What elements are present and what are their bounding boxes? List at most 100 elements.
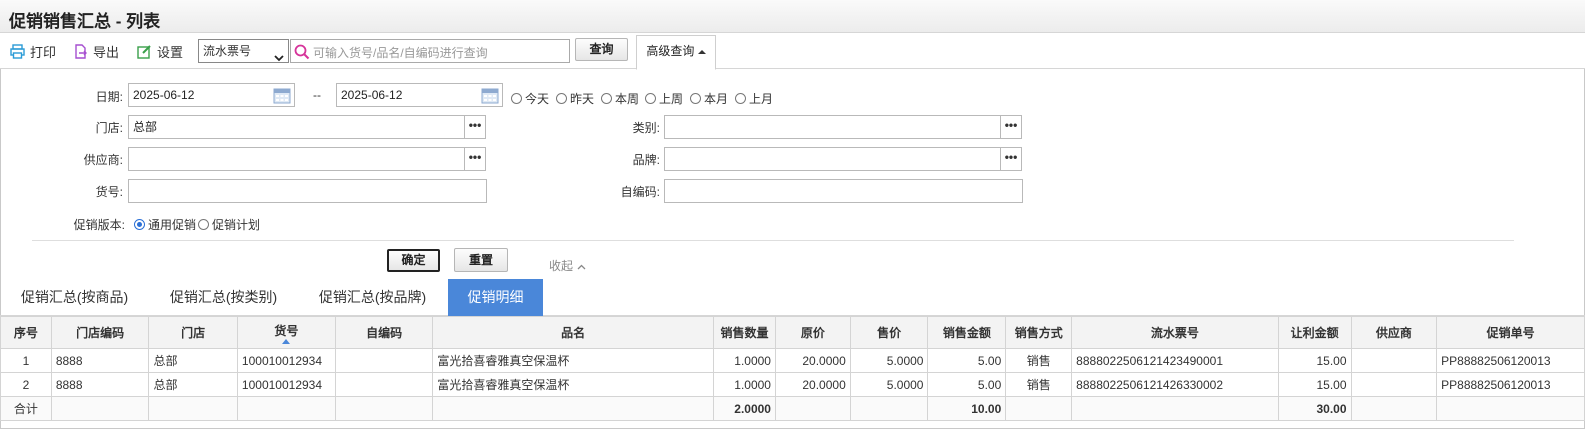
supplier-picker-button[interactable]: ••• (464, 147, 486, 171)
column-header[interactable]: 售价 (849, 316, 929, 349)
summary-row: 合计 2.0000 10.00 30.00 (0, 396, 1585, 421)
brand-label: 品牌: (632, 153, 660, 167)
table-cell: 销售 (1005, 372, 1073, 397)
advanced-search-label: 高级查询 (646, 44, 695, 58)
column-header[interactable]: 销售金额 (927, 316, 1007, 349)
brand-picker-button[interactable]: ••• (1000, 147, 1022, 171)
table-cell: 富光拾喜睿雅真空保温杯 (432, 372, 715, 397)
table-cell: 5.0000 (849, 372, 929, 397)
summary-cell: 合计 (0, 396, 52, 421)
table-cell (1350, 372, 1438, 397)
calendar-icon[interactable] (481, 87, 499, 111)
query-button[interactable]: 查询 (575, 38, 628, 61)
title-bar: 促销销售汇总 - 列表 (0, 0, 1585, 33)
caret-up-icon (697, 44, 706, 58)
report-tabs: 促销汇总(按商品) 促销汇总(按类别) 促销汇总(按品牌) 促销明细 (0, 279, 1585, 316)
column-header-sorted[interactable]: 货号 (236, 316, 336, 349)
summary-cell (1005, 396, 1073, 421)
sort-ascending-icon (282, 338, 291, 344)
calendar-icon[interactable] (273, 87, 291, 111)
quick-date-last-week[interactable]: 上周 (645, 90, 683, 107)
store-label: 门店: (95, 121, 123, 135)
table-cell: 1 (0, 348, 52, 373)
export-button[interactable]: 导出 (73, 41, 119, 61)
store-picker-button[interactable]: ••• (464, 115, 486, 139)
summary-cell: 10.00 (927, 396, 1007, 421)
summary-cell (236, 396, 336, 421)
promo-version-plan[interactable]: 促销计划 (198, 216, 260, 233)
table-cell: 20.0000 (774, 372, 851, 397)
column-header[interactable]: 门店编码 (50, 316, 150, 349)
promo-version-general[interactable]: 通用促销 (134, 216, 196, 233)
radio-label: 本周 (615, 92, 640, 106)
sku-input[interactable] (128, 179, 487, 203)
collapse-label: 收起 (549, 259, 574, 273)
column-header[interactable]: 销售方式 (1005, 316, 1073, 349)
search-input[interactable]: 可输入货号/品名/自编码进行查询 (290, 39, 570, 63)
tab-summary-by-category[interactable]: 促销汇总(按类别) (157, 279, 290, 316)
toolbar: 打印 导出 设置 流水票号 可输入货号/品名/自编码进行查询 查询 高级查询 (0, 33, 1585, 70)
category-label: 类别: (632, 121, 660, 135)
table-row[interactable]: 1 8888 总部 100010012934 富光拾喜睿雅真空保温杯 1.000… (0, 348, 1585, 373)
quick-date-yesterday[interactable]: 昨天 (556, 90, 594, 107)
search-field-select[interactable]: 流水票号 (198, 39, 289, 63)
date-to-input[interactable]: 2025-06-12 (336, 83, 503, 107)
column-header[interactable]: 流水票号 (1071, 316, 1279, 349)
radio-label: 本月 (704, 92, 729, 106)
column-header[interactable]: 让利金额 (1277, 316, 1352, 349)
radio-label: 上月 (749, 92, 774, 106)
column-header[interactable]: 品名 (432, 316, 715, 349)
radio-circle-selected (134, 219, 145, 230)
radio-label: 通用促销 (148, 218, 197, 232)
edit-settings-icon (137, 44, 152, 59)
print-button[interactable]: 打印 (10, 41, 56, 61)
quick-date-last-month[interactable]: 上月 (735, 90, 773, 107)
summary-cell (148, 396, 238, 421)
radio-circle (556, 93, 567, 104)
date-from-input[interactable]: 2025-06-12 (128, 83, 295, 107)
chevron-down-icon (274, 47, 284, 69)
quick-date-this-month[interactable]: 本月 (690, 90, 728, 107)
column-header[interactable]: 序号 (0, 316, 52, 349)
tab-promo-detail[interactable]: 促销明细 (448, 279, 543, 316)
radio-label: 上周 (659, 92, 684, 106)
settings-label: 设置 (157, 44, 184, 60)
tab-summary-by-brand[interactable]: 促销汇总(按品牌) (306, 279, 439, 316)
column-header[interactable]: 自编码 (334, 316, 434, 349)
table-cell: 1.0000 (713, 372, 776, 397)
store-input[interactable]: 总部 (128, 115, 465, 139)
tab-summary-by-product[interactable]: 促销汇总(按商品) (8, 279, 141, 316)
brand-input[interactable] (664, 147, 1001, 171)
table-row[interactable]: 2 8888 总部 100010012934 富光拾喜睿雅真空保温杯 1.000… (0, 372, 1585, 397)
date-to-value: 2025-06-12 (341, 88, 403, 102)
date-label: 日期: (95, 90, 123, 104)
confirm-button[interactable]: 确定 (387, 249, 440, 272)
settings-button[interactable]: 设置 (137, 41, 183, 61)
radio-label: 今天 (525, 92, 550, 106)
category-input[interactable] (664, 115, 1001, 139)
column-header[interactable]: 供应商 (1350, 316, 1438, 349)
export-label: 导出 (93, 44, 120, 60)
table-cell: 100010012934 (236, 348, 336, 373)
table-cell: 8888 (50, 372, 150, 397)
column-header[interactable]: 门店 (148, 316, 238, 349)
radio-label: 昨天 (570, 92, 595, 106)
table-cell: 2 (0, 372, 52, 397)
selfcode-input[interactable] (664, 179, 1023, 203)
printer-icon (10, 43, 25, 59)
table-cell: 8888022506121426330002 (1071, 372, 1279, 397)
summary-cell (334, 396, 434, 421)
date-from-value: 2025-06-12 (133, 88, 195, 102)
collapse-toggle[interactable]: 收起 (549, 257, 586, 274)
column-header[interactable]: 促销单号 (1436, 316, 1585, 349)
advanced-search-toggle[interactable]: 高级查询 (636, 35, 716, 70)
selfcode-label: 自编码: (620, 185, 660, 199)
quick-date-today[interactable]: 今天 (511, 90, 549, 107)
reset-button[interactable]: 重置 (454, 248, 508, 272)
table-cell (334, 348, 434, 373)
supplier-input[interactable] (128, 147, 465, 171)
column-header[interactable]: 销售数量 (713, 316, 776, 349)
category-picker-button[interactable]: ••• (1000, 115, 1022, 139)
quick-date-this-week[interactable]: 本周 (601, 90, 639, 107)
column-header[interactable]: 原价 (774, 316, 851, 349)
